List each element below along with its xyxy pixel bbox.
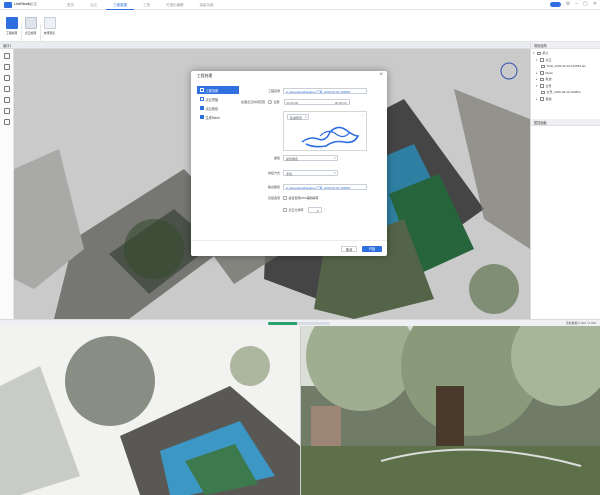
radio-label: 全部: [273, 99, 280, 104]
menu-tab[interactable]: 高级功能: [193, 1, 221, 10]
toggle-pill[interactable]: [549, 2, 561, 7]
status-text: 当前数据 0.000 / 0.000: [565, 321, 596, 325]
project-row: 工程目录 C:/Users/lixel/Desktop/工程_2020-06-3…: [241, 88, 367, 94]
maximize-icon[interactable]: ▢: [583, 1, 588, 8]
color-select[interactable]: 最优着色: [283, 155, 338, 161]
field-label: 输出路径: [267, 184, 280, 189]
dialog-title: 工程处理: [197, 74, 213, 78]
data-range-row: 处理点云时间范围 全部 00:00:00 00:00:00: [241, 99, 350, 105]
output-row: 输出路径 C:/Users/lixel/Desktop/工程_2020-06-3…: [241, 184, 367, 190]
title-bar: LixelStudio 云控 首页 点云 三维重建 工具 可视化编辑 高级功能 …: [0, 0, 600, 10]
close-icon[interactable]: ✕: [593, 1, 597, 8]
main-menu: 首页 点云 三维重建 工具 可视化编辑 高级功能: [60, 1, 221, 10]
checkbox-icon[interactable]: [200, 88, 204, 92]
checkbox-label: 点云分辨率: [288, 207, 304, 212]
nav-item-color[interactable]: 点云着色: [197, 104, 239, 112]
nav-item-settings[interactable]: 工程设置: [197, 86, 239, 94]
checkbox-icon[interactable]: [283, 196, 287, 200]
resolution-input[interactable]: 2: [307, 207, 322, 213]
expand-icon[interactable]: ⤢: [362, 113, 364, 117]
progress-bar: [268, 322, 330, 325]
field-label: 高级选项: [267, 196, 280, 200]
mode-select[interactable]: 手动: [283, 170, 338, 176]
cancel-button[interactable]: 取消: [341, 246, 357, 252]
process-icon: [5, 17, 18, 29]
close-icon[interactable]: ×: [379, 72, 383, 78]
layers-icon[interactable]: [3, 86, 10, 92]
color-row: 着色 最优着色: [241, 155, 338, 161]
nav-item-mesh[interactable]: 生成Mesh: [197, 113, 239, 121]
field-label: 处理点云时间范围: [241, 99, 266, 104]
toolbar-label: 工程处理: [5, 31, 18, 35]
select-icon[interactable]: [3, 75, 10, 81]
output-path-input[interactable]: C:/Users/lixel/Desktop/工程_2020-06-30-102…: [283, 184, 367, 190]
trajectory-preview[interactable]: 轨迹预览 ⤢: [283, 111, 367, 151]
checkbox-icon[interactable]: [200, 115, 204, 119]
preview-icon: [43, 17, 56, 29]
start-button[interactable]: 开始: [362, 246, 382, 252]
rotate-icon[interactable]: [3, 53, 10, 59]
fullscreen-icon[interactable]: [3, 119, 10, 125]
panorama-viewport[interactable]: [301, 326, 600, 495]
menu-tab[interactable]: 点云: [83, 1, 104, 10]
toolbar-cloud-button[interactable]: 点云处理: [23, 17, 38, 35]
menu-tab[interactable]: 可视化编辑: [159, 1, 191, 10]
dialog-footer: 取消 开始: [191, 240, 387, 256]
secondary-viewport[interactable]: [0, 326, 300, 495]
panorama-render: [301, 326, 600, 495]
field-label: 着色: [273, 155, 280, 160]
toolbar-label: 点云处理: [24, 31, 37, 35]
app-logo-icon: [4, 2, 12, 8]
radio-icon[interactable]: [268, 100, 272, 104]
field-label: 工程目录: [267, 88, 280, 93]
menu-tab-active[interactable]: 三维重建: [106, 1, 134, 10]
status-bar: 当前数据 0.000 / 0.000: [0, 319, 600, 326]
view-bar: 窗口1: [0, 42, 600, 49]
minimize-icon[interactable]: –: [575, 1, 578, 8]
view-icon[interactable]: [3, 108, 10, 114]
progress-fill: [268, 322, 297, 325]
toolbar-process-button[interactable]: 工程处理: [4, 17, 19, 35]
clip-icon[interactable]: [3, 97, 10, 103]
props-panel-title: 属性面板: [531, 119, 600, 126]
trajectory-map: [301, 126, 360, 148]
preview-select[interactable]: 轨迹预览: [287, 114, 309, 120]
app-brand: 云控: [30, 2, 37, 6]
checkbox-icon[interactable]: [283, 208, 287, 212]
checkbox-icon[interactable]: [200, 106, 204, 110]
nav-item-stitch[interactable]: 点云拼接: [197, 95, 239, 103]
measure-icon[interactable]: [3, 64, 10, 70]
toolbar-preview-button[interactable]: 效果预览: [42, 17, 57, 35]
dialog-nav: 工程设置 点云拼接 点云着色 生成Mesh: [197, 86, 239, 122]
advanced-row: 高级选项 是否使用RTK辅助解算: [241, 196, 318, 200]
checkbox-icon[interactable]: [200, 97, 204, 101]
menu-tab[interactable]: 工具: [136, 1, 157, 10]
view-label: 窗口1: [3, 44, 12, 48]
info-icon: ⓘ: [323, 207, 327, 212]
cloud-icon: [24, 17, 37, 29]
ribbon-toolbar: 工程处理 点云处理 效果预览: [0, 10, 600, 50]
settings-icon[interactable]: ⚙: [566, 1, 570, 8]
scene-panel: 场景结构 ▾ 默认 ▾ 点云 SGR_2020-06-30-102854.las ▸…: [530, 42, 600, 319]
app-name: LixelStudio: [14, 2, 32, 6]
time-range-input[interactable]: 00:00:00 00:00:00: [283, 99, 350, 105]
point-cloud-render: [0, 326, 300, 495]
resolution-row: 点云分辨率 2 ⓘ: [283, 207, 327, 213]
checkbox-label: 是否使用RTK辅助解算: [288, 196, 319, 200]
field-label: 拼接方式: [267, 170, 280, 175]
scene-tree: ▾ 默认 ▾ 点云 SGR_2020-06-30-102854.las ▸ Mesh …: [531, 49, 600, 103]
menu-tab[interactable]: 首页: [60, 1, 81, 10]
mode-row: 拼接方式 手动: [241, 170, 338, 176]
project-path-input[interactable]: C:/Users/lixel/Desktop/工程_2020-06-30-102…: [283, 88, 367, 94]
scene-panel-title: 场景结构: [531, 42, 600, 49]
process-dialog: 工程处理 × 工程设置 点云拼接 点云着色 生成Mesh 工程目录 C:/Use…: [191, 71, 387, 256]
left-toolstrip: [0, 49, 14, 319]
window-controls: ⚙ – ▢ ✕: [549, 1, 597, 8]
tree-item[interactable]: ▸ 其他: [533, 96, 598, 103]
toolbar-label: 效果预览: [43, 31, 56, 35]
